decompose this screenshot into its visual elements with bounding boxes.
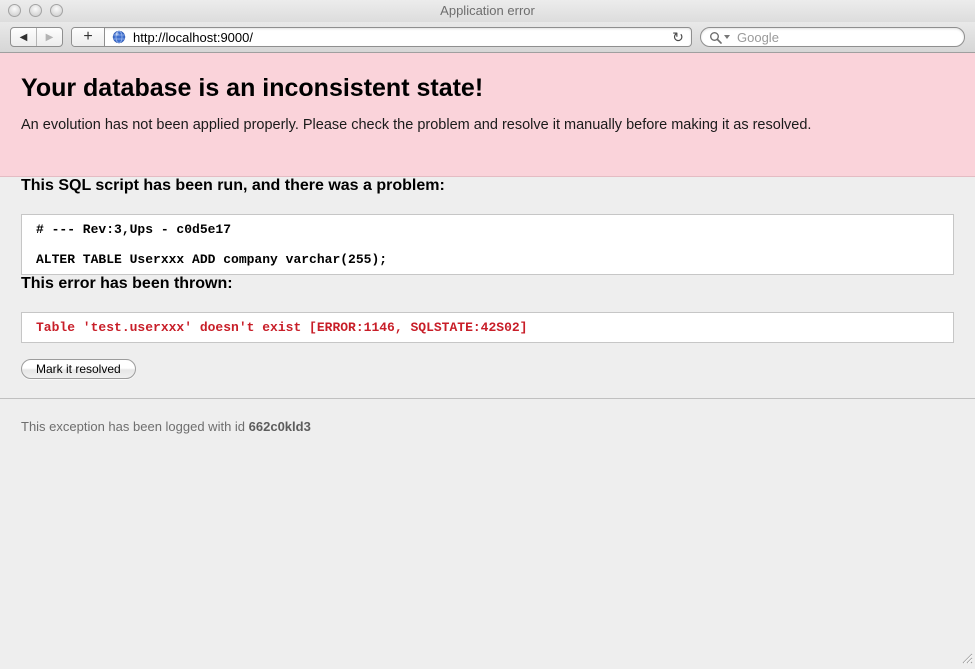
back-arrow-icon: ◀ [20, 32, 28, 43]
forward-arrow-icon: ▶ [46, 32, 54, 43]
sql-script-box: # --- Rev:3,Ups - c0d5e17 ALTER TABLE Us… [21, 214, 954, 275]
nav-button-group: ◀ ▶ [10, 27, 63, 47]
error-banner-message: An evolution has not been applied proper… [21, 117, 954, 133]
browser-toolbar: ◀ ▶ + ↻ [0, 22, 975, 53]
url-input[interactable] [131, 28, 665, 46]
globe-favicon-icon [112, 30, 126, 44]
exception-log-id: 662c0kld3 [249, 419, 311, 434]
search-input[interactable] [735, 29, 956, 46]
search-options-chevron-icon [724, 35, 730, 39]
search-icon-group[interactable] [709, 31, 730, 44]
sql-script-heading: This SQL script has been run, and there … [21, 177, 954, 195]
resize-grip-icon[interactable] [959, 650, 973, 664]
exception-log-text: This exception has been logged with id [21, 419, 249, 434]
thrown-error-heading: This error has been thrown: [21, 275, 954, 293]
exception-log-note: This exception has been logged with id 6… [0, 399, 975, 434]
window-title: Application error [0, 0, 975, 22]
plus-icon: + [83, 28, 92, 46]
mark-resolved-button[interactable]: Mark it resolved [21, 359, 136, 379]
error-banner: Your database is an inconsistent state! … [0, 53, 975, 177]
search-icon [709, 31, 722, 44]
error-banner-title: Your database is an inconsistent state! [21, 74, 954, 103]
google-search-field[interactable] [700, 27, 965, 47]
back-button[interactable]: ◀ [11, 28, 37, 46]
reload-button[interactable]: ↻ [665, 28, 691, 46]
reload-icon: ↻ [672, 29, 684, 45]
address-bar: + ↻ [71, 27, 692, 47]
main-content: This SQL script has been run, and there … [0, 177, 975, 379]
forward-button[interactable]: ▶ [37, 28, 62, 46]
add-bookmark-button[interactable]: + [72, 28, 105, 46]
thrown-error-box: Table 'test.userxxx' doesn't exist [ERRO… [21, 312, 954, 343]
window-titlebar: Application error [0, 0, 975, 22]
